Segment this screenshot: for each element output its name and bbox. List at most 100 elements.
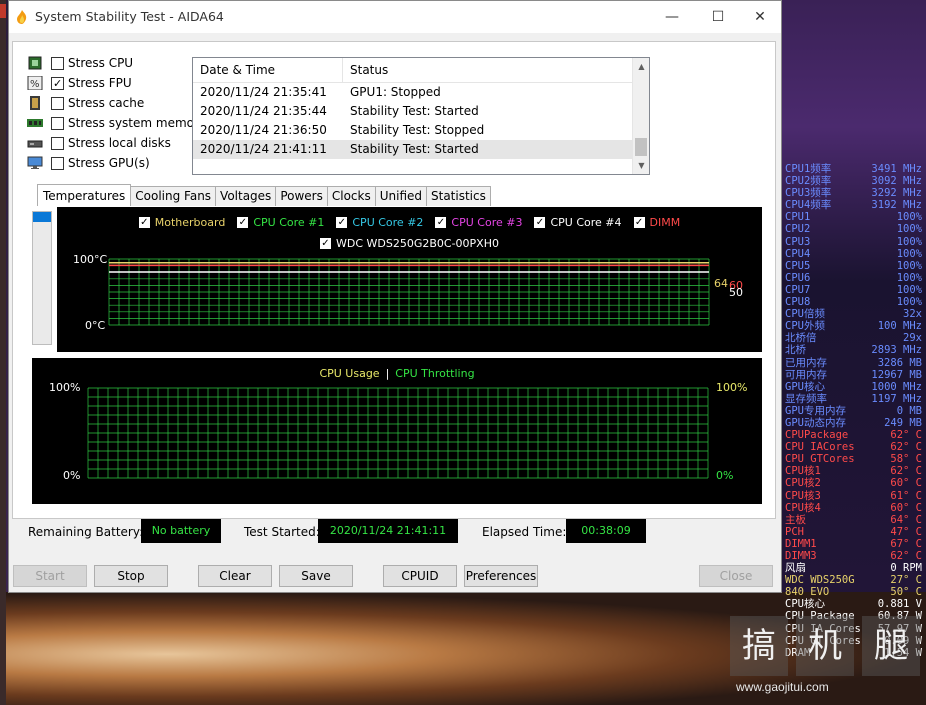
tab-voltages[interactable]: Voltages — [215, 186, 277, 206]
stress-checkbox[interactable] — [51, 96, 64, 110]
osd-row: CPU1频率 3491 MHz — [785, 163, 922, 175]
log-row[interactable]: 2020/11/24 21:36:50 Stability Test: Stopp… — [193, 121, 649, 140]
tab-temperatures[interactable]: Temperatures — [37, 184, 132, 206]
scroll-down-icon[interactable]: ▼ — [633, 157, 650, 174]
osd-key: CPU2频率 — [785, 175, 832, 188]
tab-powers[interactable]: Powers — [275, 186, 328, 206]
maximize-button[interactable]: ☐ — [695, 1, 741, 33]
osd-row: CPU7 100% — [785, 284, 922, 296]
osd-key: 北桥倍 — [785, 332, 817, 345]
stress-option[interactable]: Stress system memory — [27, 114, 206, 132]
save-button[interactable]: Save — [279, 565, 353, 587]
osd-row: 840 EVO 50° C — [785, 586, 922, 598]
tab-cooling-fans[interactable]: Cooling Fans — [130, 186, 217, 206]
stress-label[interactable]: Stress system memory — [68, 116, 206, 130]
stress-label[interactable]: Stress CPU — [68, 56, 133, 70]
watermark-url: www.gaojitui.com — [736, 680, 829, 694]
cpuid-button[interactable]: CPUID — [383, 565, 457, 587]
osd-row: CPU8 100% — [785, 296, 922, 308]
osd-key: CPU核3 — [785, 489, 821, 502]
osd-value: 67° C — [890, 537, 922, 550]
stress-checkbox[interactable] — [51, 76, 64, 90]
stress-option[interactable]: % Stress FPU — [27, 74, 132, 92]
scroll-thumb[interactable] — [635, 138, 647, 156]
osd-row: 主板 64° C — [785, 514, 922, 526]
stress-option[interactable]: Stress GPU(s) — [27, 154, 150, 172]
log-row[interactable]: 2020/11/24 21:35:41 GPU1: Stopped — [193, 83, 649, 102]
osd-row: 风扇 0 RPM — [785, 562, 922, 574]
osd-row: CPU倍频 32x — [785, 308, 922, 320]
stress-checkbox[interactable] — [51, 156, 64, 170]
stress-label[interactable]: Stress FPU — [68, 76, 132, 90]
log-cell-status: Stability Test: Started — [350, 104, 479, 118]
osd-key: 840 EVO — [785, 586, 830, 599]
minimize-button[interactable]: — — [649, 1, 695, 33]
title-bar[interactable]: System Stability Test - AIDA64 — ☐ ✕ — [9, 1, 781, 33]
osd-value: 0 MB — [896, 404, 922, 417]
stress-label[interactable]: Stress local disks — [68, 136, 171, 150]
stress-option[interactable]: Stress cache — [27, 94, 144, 112]
osd-key: DIMM1 — [785, 537, 817, 550]
osd-key: CPU GTCores — [785, 453, 855, 466]
osd-value: 62° C — [890, 429, 922, 442]
cache-chip-icon — [27, 96, 43, 110]
stress-checkbox[interactable] — [51, 116, 64, 130]
stress-label[interactable]: Stress cache — [68, 96, 144, 110]
tab-unified[interactable]: Unified — [374, 186, 427, 206]
osd-row: PCH 47° C — [785, 526, 922, 538]
start-button[interactable]: Start — [13, 565, 87, 587]
osd-value: 64° C — [890, 513, 922, 526]
svg-text:%: % — [30, 79, 40, 90]
log-row[interactable]: 2020/11/24 21:41:11 Stability Test: Start… — [193, 140, 632, 159]
osd-key: CPU6 — [785, 271, 811, 284]
slider-thumb[interactable] — [33, 212, 51, 222]
osd-row: CPU3 100% — [785, 236, 922, 248]
clear-button[interactable]: Clear — [198, 565, 272, 587]
preferences-button[interactable]: Preferences — [464, 565, 538, 587]
osd-row: CPU核2 60° C — [785, 477, 922, 489]
osd-value: 100% — [896, 247, 922, 260]
stress-option[interactable]: Stress CPU — [27, 54, 133, 72]
usage-plot — [87, 387, 709, 479]
osd-key: CPU倍频 — [785, 308, 825, 321]
osd-value: 100% — [896, 259, 922, 272]
osd-value: 61° C — [890, 489, 922, 502]
osd-value: 47° C — [890, 525, 922, 538]
log-scrollbar[interactable]: ▲ ▼ — [632, 58, 649, 174]
stress-label[interactable]: Stress GPU(s) — [68, 156, 150, 170]
osd-value: 1000 MHz — [871, 380, 922, 393]
stress-checkbox[interactable] — [51, 56, 64, 70]
history-slider[interactable] — [32, 211, 52, 345]
left-edge-bar — [0, 0, 6, 705]
stop-button[interactable]: Stop — [94, 565, 168, 587]
close-window-button[interactable]: ✕ — [737, 1, 783, 33]
osd-key: WDC WDS250G — [785, 574, 855, 587]
stress-option[interactable]: Stress local disks — [27, 134, 171, 152]
scroll-up-icon[interactable]: ▲ — [633, 58, 650, 75]
osd-value: 2893 MHz — [871, 344, 922, 357]
osd-row: DIMM1 67° C — [785, 538, 922, 550]
stress-checkbox[interactable] — [51, 136, 64, 150]
close-button[interactable]: Close — [699, 565, 773, 587]
osd-row: CPU4 100% — [785, 248, 922, 260]
osd-value: 62° C — [890, 441, 922, 454]
tab-statistics[interactable]: Statistics — [426, 186, 491, 206]
tab-clocks[interactable]: Clocks — [326, 186, 376, 206]
osd-key: 主板 — [785, 513, 806, 526]
osd-row: GPU核心 1000 MHz — [785, 381, 922, 393]
stability-test-window: System Stability Test - AIDA64 — ☐ ✕ Str… — [8, 0, 782, 593]
column-header-status[interactable]: Status — [343, 58, 388, 82]
osd-row: GPU动态内存 249 MB — [785, 417, 922, 429]
osd-key: CPU核4 — [785, 501, 821, 514]
osd-row: CPU核4 60° C — [785, 502, 922, 514]
osd-key: CPU3频率 — [785, 187, 832, 200]
osd-row: CPU核心 0.881 V — [785, 598, 922, 610]
osd-key: CPU1 — [785, 211, 811, 224]
osd-value: 100% — [896, 283, 922, 296]
osd-key: CPU4频率 — [785, 199, 832, 212]
log-rows: 2020/11/24 21:35:41 GPU1: Stopped 2020/11/… — [193, 83, 649, 159]
event-log-table[interactable]: Date & Time Status 2020/11/24 21:35:41 GP… — [192, 57, 650, 175]
log-cell-datetime: 2020/11/24 21:36:50 — [200, 123, 327, 137]
column-header-datetime[interactable]: Date & Time — [193, 58, 343, 82]
log-row[interactable]: 2020/11/24 21:35:44 Stability Test: Start… — [193, 102, 649, 121]
